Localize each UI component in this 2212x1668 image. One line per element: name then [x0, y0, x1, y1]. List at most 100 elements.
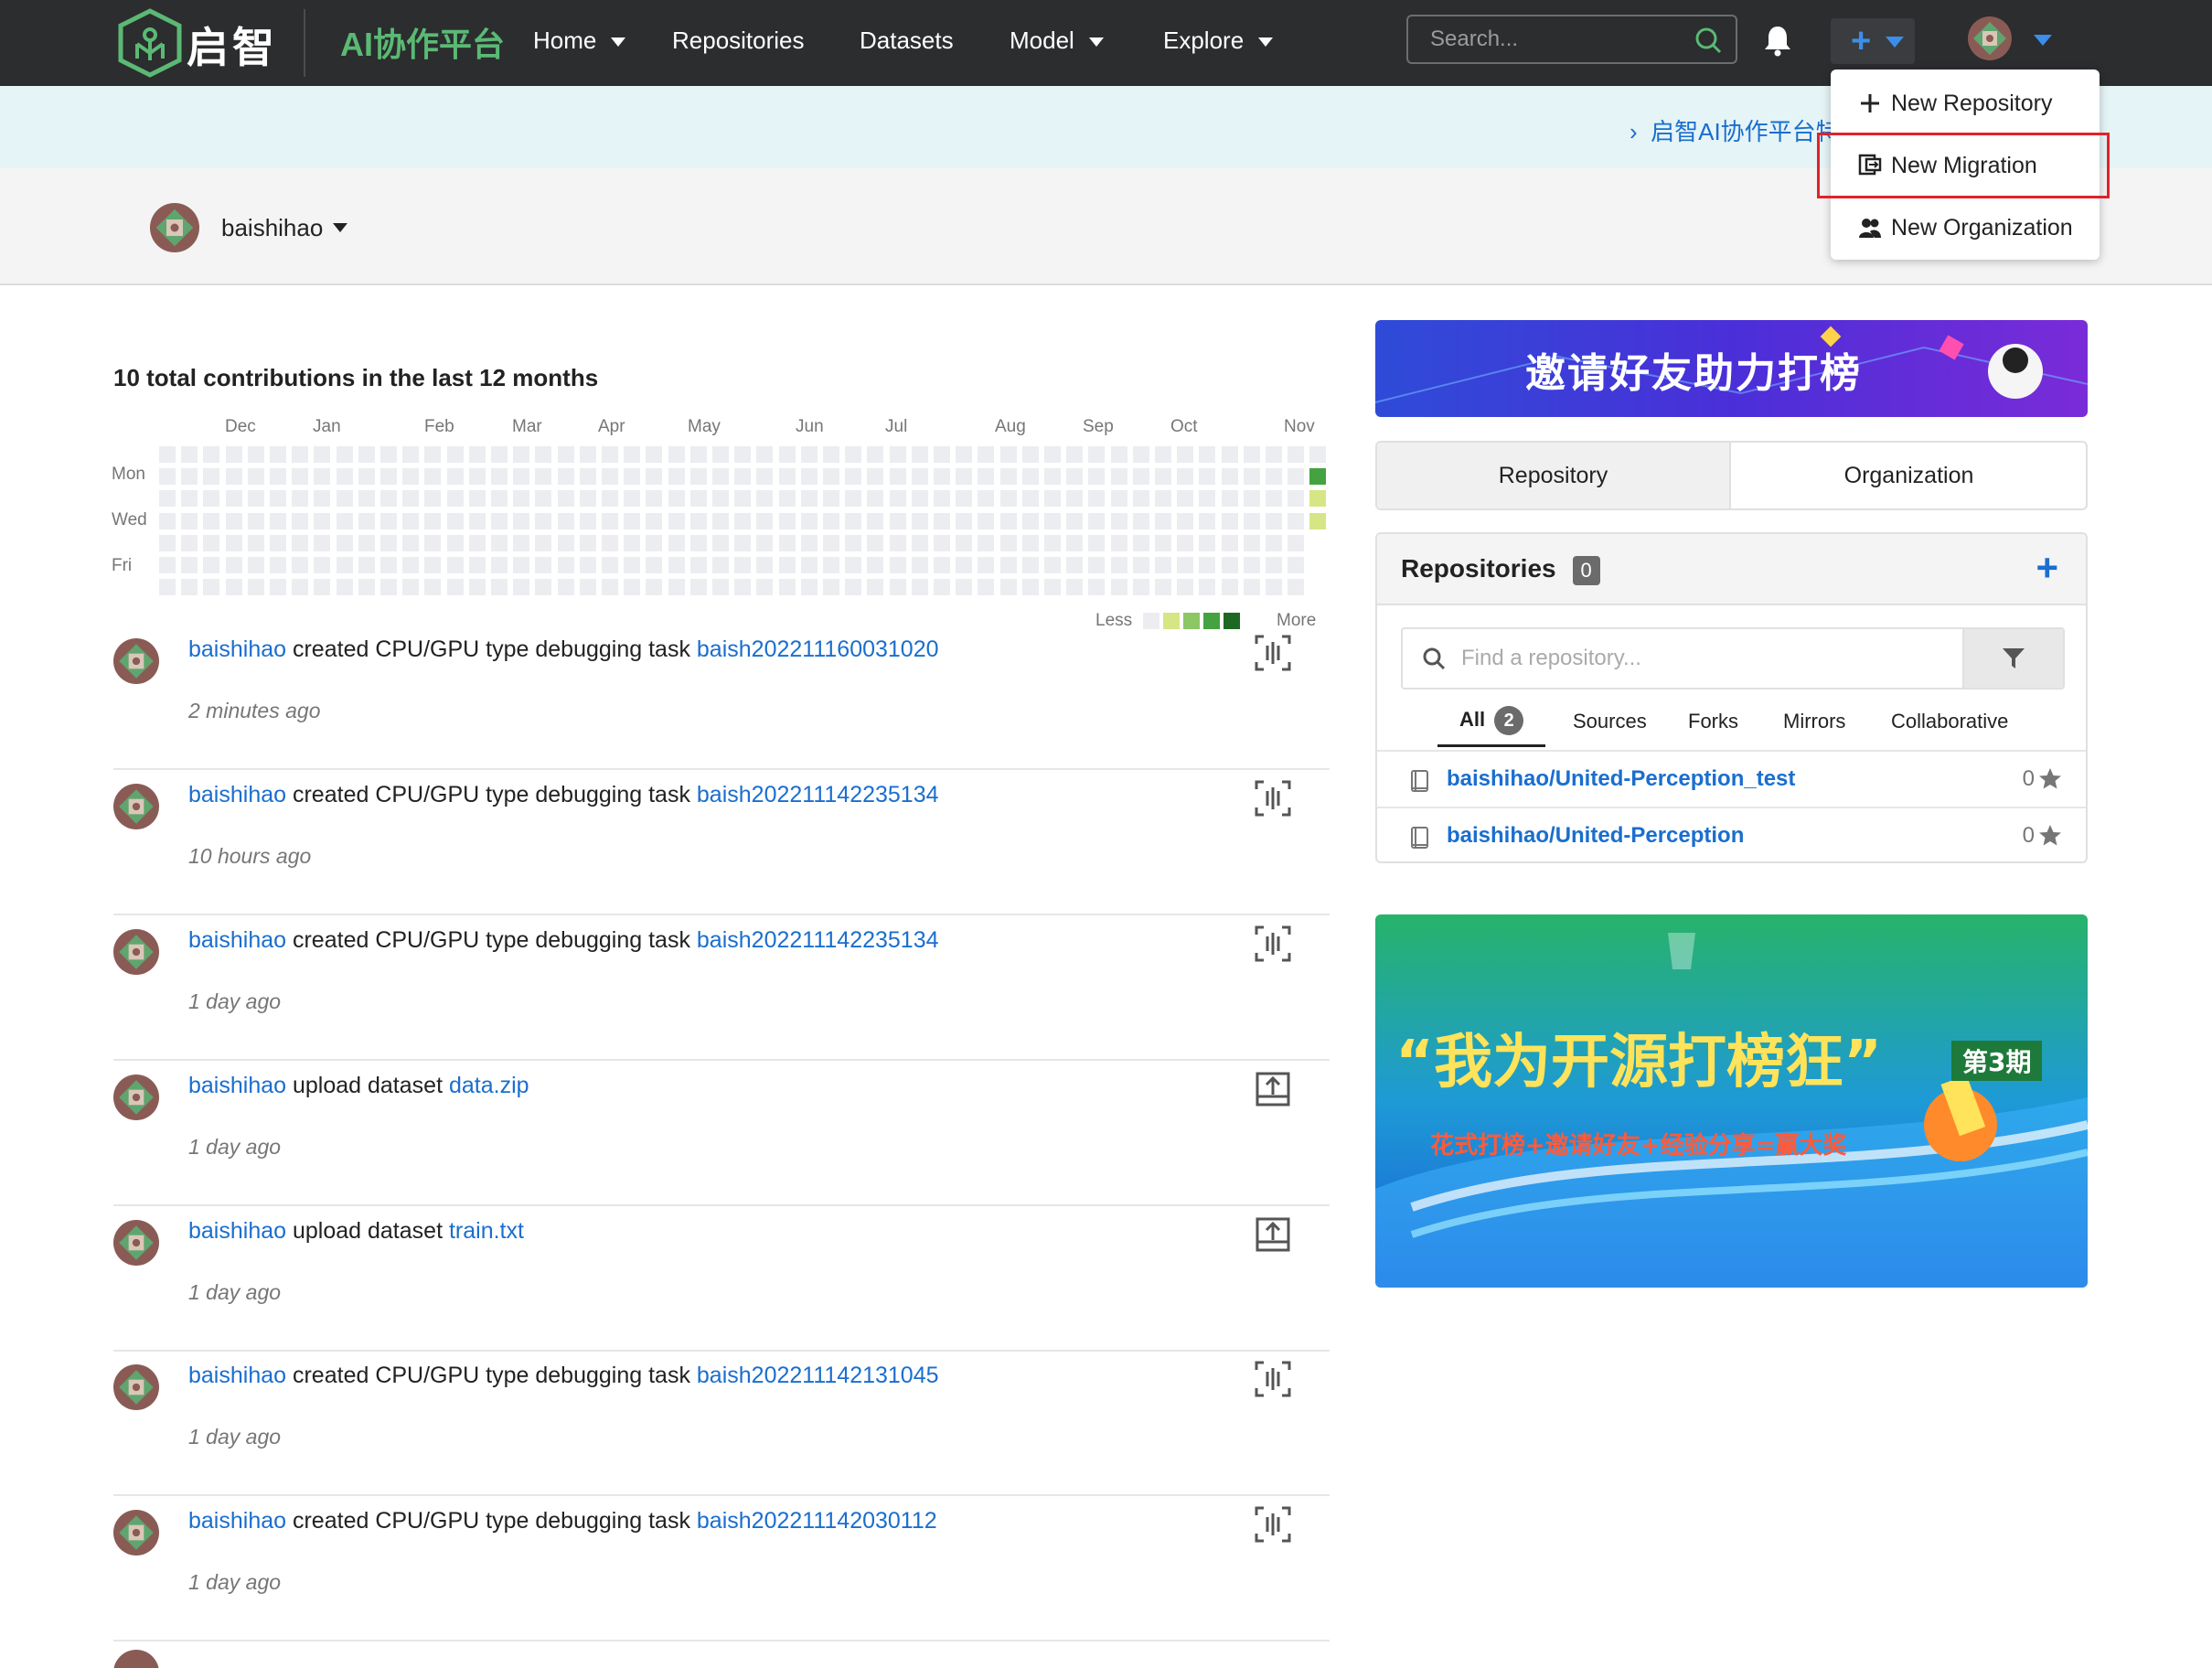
heatmap-cell[interactable]: [1155, 446, 1171, 463]
heatmap-cell[interactable]: [468, 579, 486, 596]
heatmap-cell[interactable]: [270, 468, 286, 486]
heatmap-cell[interactable]: [402, 579, 420, 596]
heatmap-cell[interactable]: [1044, 490, 1061, 508]
heatmap-cell[interactable]: [402, 468, 420, 486]
heatmap-cell[interactable]: [402, 557, 420, 573]
heatmap-cell[interactable]: [624, 468, 641, 486]
heatmap-cell[interactable]: [1088, 512, 1106, 529]
heatmap-cell[interactable]: [602, 468, 618, 486]
heatmap-cell[interactable]: [845, 468, 862, 486]
open-source-ranking-banner[interactable]: “我为开源打榜狂” 第3期 花式打榜+邀请好友+经验分享=赢大奖: [1375, 914, 2088, 1288]
heatmap-cell[interactable]: [756, 557, 774, 573]
heatmap-cell[interactable]: [624, 579, 641, 596]
heatmap-cell[interactable]: [557, 512, 574, 529]
heatmap-cell[interactable]: [292, 534, 309, 551]
heatmap-cell[interactable]: [978, 534, 995, 551]
heatmap-cell[interactable]: [956, 534, 973, 551]
heatmap-cell[interactable]: [734, 490, 752, 508]
heatmap-cell[interactable]: [1044, 534, 1061, 551]
heatmap-cell[interactable]: [800, 534, 817, 551]
heatmap-cell[interactable]: [358, 512, 375, 529]
heatmap-cell[interactable]: [1021, 557, 1039, 573]
heatmap-cell[interactable]: [668, 534, 685, 551]
heatmap-cell[interactable]: [978, 512, 995, 529]
heatmap-cell[interactable]: [424, 512, 442, 529]
heatmap-cell[interactable]: [1044, 557, 1061, 573]
heatmap-cell[interactable]: [1266, 512, 1282, 529]
heatmap-cell[interactable]: [1044, 468, 1061, 486]
heatmap-cell[interactable]: [491, 490, 508, 508]
heatmap-cell[interactable]: [1309, 468, 1327, 486]
heatmap-cell[interactable]: [734, 534, 752, 551]
heatmap-cell[interactable]: [336, 557, 353, 573]
chevron-down-icon[interactable]: [333, 223, 347, 232]
heatmap-cell[interactable]: [1066, 557, 1084, 573]
heatmap-cell[interactable]: [911, 579, 928, 596]
heatmap-cell[interactable]: [203, 534, 220, 551]
heatmap-cell[interactable]: [225, 557, 242, 573]
heatmap-cell[interactable]: [1309, 579, 1327, 596]
heatmap-cell[interactable]: [535, 468, 552, 486]
heatmap-cell[interactable]: [800, 446, 817, 463]
heatmap-cell[interactable]: [823, 446, 839, 463]
heatmap-cell[interactable]: [778, 534, 796, 551]
heatmap-cell[interactable]: [424, 490, 442, 508]
heatmap-cell[interactable]: [668, 579, 685, 596]
heatmap-cell[interactable]: [602, 446, 618, 463]
heatmap-cell[interactable]: [734, 579, 752, 596]
heatmap-cell[interactable]: [468, 490, 486, 508]
heatmap-cell[interactable]: [1066, 579, 1084, 596]
heatmap-cell[interactable]: [1199, 557, 1216, 573]
repository-search-input[interactable]: [1461, 629, 1955, 688]
heatmap-cell[interactable]: [1132, 557, 1149, 573]
heatmap-cell[interactable]: [424, 579, 442, 596]
heatmap-cell[interactable]: [314, 446, 331, 463]
menu-item-new-repository[interactable]: New Repository: [1831, 73, 2100, 134]
heatmap-cell[interactable]: [1132, 490, 1149, 508]
heatmap-cell[interactable]: [689, 446, 707, 463]
heatmap-cell[interactable]: [491, 446, 508, 463]
heatmap-cell[interactable]: [513, 557, 530, 573]
heatmap-cell[interactable]: [668, 490, 685, 508]
heatmap-cell[interactable]: [867, 490, 884, 508]
heatmap-cell[interactable]: [956, 512, 973, 529]
heatmap-cell[interactable]: [1221, 490, 1238, 508]
heatmap-cell[interactable]: [934, 534, 950, 551]
avatar[interactable]: [113, 784, 159, 829]
heatmap-cell[interactable]: [468, 534, 486, 551]
heatmap-cell[interactable]: [999, 557, 1017, 573]
heatmap-cell[interactable]: [491, 512, 508, 529]
avatar[interactable]: [113, 929, 159, 975]
heatmap-cell[interactable]: [1088, 579, 1106, 596]
heatmap-cell[interactable]: [756, 490, 774, 508]
heatmap-cell[interactable]: [1155, 579, 1171, 596]
heatmap-cell[interactable]: [1199, 468, 1216, 486]
avatar[interactable]: [113, 638, 159, 684]
search-input[interactable]: [1408, 16, 1673, 62]
heatmap-cell[interactable]: [314, 512, 331, 529]
heatmap-cell[interactable]: [934, 579, 950, 596]
heatmap-cell[interactable]: [468, 512, 486, 529]
heatmap-cell[interactable]: [934, 512, 950, 529]
heatmap-cell[interactable]: [247, 490, 264, 508]
heatmap-cell[interactable]: [491, 534, 508, 551]
heatmap-cell[interactable]: [513, 446, 530, 463]
feed-user-link[interactable]: baishihao: [188, 636, 286, 662]
heatmap-cell[interactable]: [557, 579, 574, 596]
heatmap-cell[interactable]: [1021, 468, 1039, 486]
heatmap-cell[interactable]: [1021, 579, 1039, 596]
search-icon[interactable]: [1694, 26, 1723, 55]
heatmap-cell[interactable]: [934, 468, 950, 486]
heatmap-cell[interactable]: [225, 468, 242, 486]
heatmap-cell[interactable]: [646, 557, 663, 573]
heatmap-cell[interactable]: [602, 579, 618, 596]
nav-datasets[interactable]: Datasets: [860, 26, 954, 62]
heatmap-cell[interactable]: [756, 534, 774, 551]
heatmap-cell[interactable]: [270, 490, 286, 508]
heatmap-cell[interactable]: [270, 579, 286, 596]
heatmap-cell[interactable]: [181, 579, 198, 596]
heatmap-cell[interactable]: [800, 512, 817, 529]
heatmap-cell[interactable]: [1044, 446, 1061, 463]
heatmap-cell[interactable]: [934, 490, 950, 508]
heatmap-cell[interactable]: [1309, 534, 1327, 551]
